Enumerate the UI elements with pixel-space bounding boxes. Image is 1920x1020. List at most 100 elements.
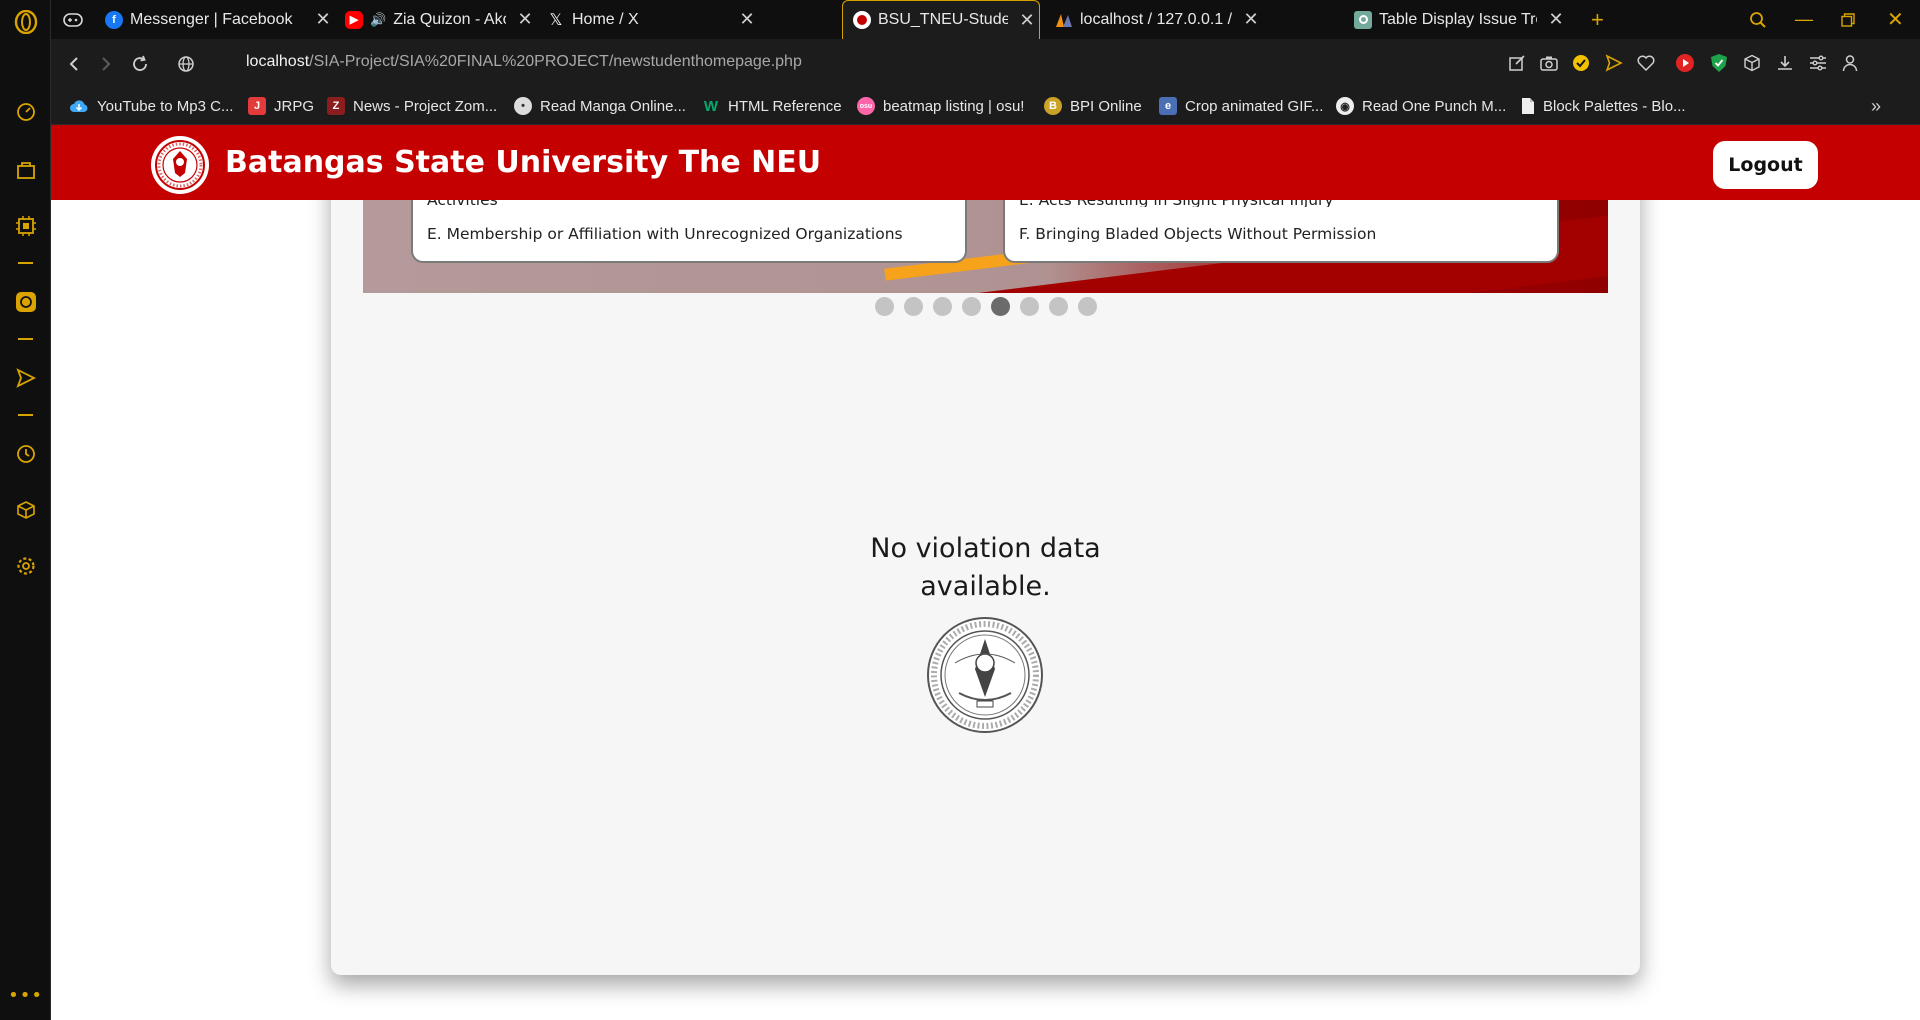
ezgif-icon: e	[1159, 97, 1177, 115]
flow-send-icon[interactable]	[1603, 52, 1625, 74]
violation-item: F. Bringing Bladed Objects Without Permi…	[1019, 225, 1377, 243]
tab-phpmyadmin[interactable]: localhost / 127.0.0.1 / db_b ✕	[1045, 0, 1263, 39]
edit-page-icon[interactable]	[1506, 52, 1528, 74]
tab-messenger[interactable]: f Messenger | Facebook ✕	[95, 0, 335, 39]
carousel-dot-5-active[interactable]	[990, 297, 1010, 316]
minimize-window-icon[interactable]: —	[1785, 0, 1825, 39]
bookmark-item[interactable]: B BPI Online	[1044, 95, 1142, 117]
audio-playing-icon[interactable]: 🔊	[370, 12, 386, 28]
bookmarks-overflow-chevron-icon[interactable]: »	[1871, 95, 1881, 117]
adblock-shield-icon[interactable]	[1708, 52, 1730, 74]
address-toolbar: localhost/SIA-Project/SIA%20FINAL%20PROJ…	[51, 39, 1920, 87]
profile-user-icon[interactable]	[1839, 52, 1861, 74]
close-tab-icon[interactable]: ✕	[1239, 9, 1263, 30]
bookmark-item[interactable]: ◉ Read One Punch M...	[1336, 95, 1506, 117]
browser-sidebar: •••	[0, 0, 51, 1020]
new-tab-plus-icon[interactable]: +	[1581, 0, 1617, 39]
close-tab-icon[interactable]: ✕	[513, 9, 537, 30]
onepunch-icon: ◉	[1336, 97, 1354, 115]
address-field[interactable]: localhost/SIA-Project/SIA%20FINAL%20PROJ…	[246, 53, 802, 71]
carousel-dot-8[interactable]	[1077, 297, 1097, 316]
carousel-dot-2[interactable]	[903, 297, 923, 316]
tab-bsu-active[interactable]: BSU_TNEU-Student Condu ✕	[842, 0, 1040, 39]
url-path: /SIA-Project/SIA%20FINAL%20PROJECT/newst…	[309, 53, 802, 70]
close-tab-icon[interactable]: ✕	[1015, 10, 1039, 31]
close-tab-icon[interactable]: ✕	[735, 9, 759, 30]
heart-bookmark-icon[interactable]	[1635, 52, 1657, 74]
tab-title: Table Display Issue Trouble	[1379, 10, 1537, 28]
page-content: Activities E. Membership or Affiliation …	[51, 125, 1920, 1020]
vpn-shield-icon[interactable]	[1570, 52, 1592, 74]
tab-chatgpt[interactable]: Table Display Issue Trouble ✕	[1344, 0, 1568, 39]
settings-gear-icon[interactable]	[12, 552, 39, 579]
extensions-box-icon[interactable]	[12, 496, 39, 523]
bookmark-item[interactable]: osu beatmap listing | osu!	[857, 95, 1024, 117]
reload-icon[interactable]	[127, 51, 153, 77]
jrpg-icon: J	[248, 97, 266, 115]
sidebar-separator	[18, 262, 33, 264]
send-icon[interactable]	[12, 364, 39, 391]
carousel-indicators	[51, 297, 1920, 316]
bpi-icon: B	[1044, 97, 1062, 115]
tab-title: Messenger | Facebook	[130, 10, 293, 28]
x-icon: 𝕏	[549, 11, 563, 29]
carousel-dot-4[interactable]	[961, 297, 981, 316]
logout-button[interactable]: Logout	[1713, 141, 1818, 189]
workspaces-icon[interactable]	[12, 156, 39, 183]
opera-logo-icon[interactable]	[12, 8, 39, 35]
music-player-icon[interactable]	[1674, 52, 1696, 74]
empty-state-line-2: available.	[920, 571, 1051, 602]
university-logo[interactable]	[151, 136, 209, 194]
close-window-icon[interactable]: ✕	[1877, 0, 1917, 39]
back-arrow-icon[interactable]	[61, 51, 87, 77]
w3schools-icon: W	[703, 97, 719, 115]
violation-list-box-right: E. Acts Resulting in Slight Physical Inj…	[1003, 197, 1559, 263]
bookmark-label: YouTube to Mp3 C...	[97, 97, 234, 115]
tab-youtube[interactable]: ▶ 🔊 Zia Quizon - Ako Na La ✕	[335, 0, 537, 39]
bookmark-label: BPI Online	[1070, 97, 1142, 115]
tab-title: localhost / 127.0.0.1 / db_b	[1080, 10, 1232, 28]
restore-window-icon[interactable]	[1831, 0, 1871, 39]
bookmark-label: JRPG	[274, 97, 315, 115]
carousel-dot-6[interactable]	[1019, 297, 1039, 316]
bookmark-item[interactable]: Block Palettes - Blo...	[1521, 95, 1686, 117]
empty-state-message: No violation data available.	[51, 530, 1920, 606]
manga-icon: •	[514, 97, 532, 115]
bookmark-label: Crop animated GIF...	[1185, 97, 1324, 115]
bookmarks-bar: YouTube to Mp3 C... J JRPG Z News - Proj…	[51, 87, 1920, 125]
bookmark-item[interactable]: YouTube to Mp3 C...	[69, 95, 233, 117]
easy-setup-sliders-icon[interactable]	[1807, 52, 1829, 74]
carousel-dot-1[interactable]	[874, 297, 894, 316]
more-options-icon[interactable]: •••	[8, 982, 42, 1009]
file-icon	[1522, 98, 1534, 114]
bookmark-label: Read Manga Online...	[540, 97, 686, 115]
bookmark-label: News - Project Zom...	[353, 97, 498, 115]
search-tabs-icon[interactable]	[1739, 0, 1775, 39]
violation-list-box-left: Activities E. Membership or Affiliation …	[411, 197, 967, 263]
forward-arrow-icon[interactable]	[93, 51, 119, 77]
sidebar-separator	[18, 414, 33, 416]
close-tab-icon[interactable]: ✕	[311, 9, 335, 30]
game-controller-icon[interactable]	[51, 0, 91, 39]
aria-ai-icon[interactable]	[12, 212, 39, 239]
speed-dial-icon[interactable]	[12, 98, 39, 125]
history-icon[interactable]	[12, 440, 39, 467]
site-header: Batangas State University The NEU Logout	[51, 125, 1920, 200]
tab-title: BSU_TNEU-Student Condu	[878, 11, 1008, 28]
bookmark-item[interactable]: e Crop animated GIF...	[1159, 95, 1323, 117]
phpmyadmin-icon	[1055, 11, 1073, 29]
close-tab-icon[interactable]: ✕	[1544, 9, 1568, 30]
carousel-dot-7[interactable]	[1048, 297, 1068, 316]
chatgpt-sidebar-icon[interactable]	[12, 288, 39, 315]
site-info-globe-icon[interactable]	[173, 51, 199, 77]
chatgpt-icon	[1354, 10, 1372, 29]
bookmark-item[interactable]: Z News - Project Zom...	[327, 95, 497, 117]
bookmark-item[interactable]: J JRPG	[248, 95, 314, 117]
snapshot-camera-icon[interactable]	[1538, 52, 1560, 74]
extensions-cube-icon[interactable]	[1741, 52, 1763, 74]
bookmark-item[interactable]: • Read Manga Online...	[514, 95, 686, 117]
tab-x[interactable]: 𝕏 Home / X ✕	[537, 0, 759, 39]
downloads-icon[interactable]	[1774, 52, 1796, 74]
carousel-dot-3[interactable]	[932, 297, 952, 316]
bookmark-item[interactable]: W HTML Reference	[702, 95, 842, 117]
